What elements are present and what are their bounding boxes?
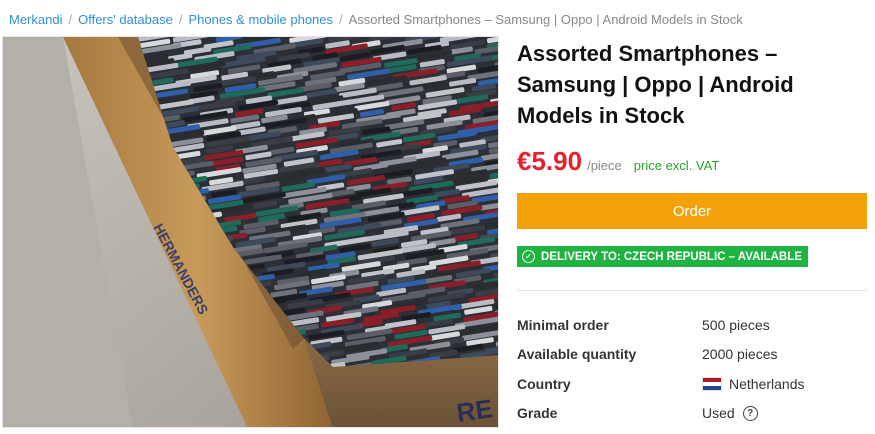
- specs-table: Minimal order 500 pieces Available quant…: [517, 310, 867, 428]
- spec-label: Minimal order: [517, 316, 609, 333]
- breadcrumb: Merkandi / Offers' database / Phones & mobil…: [9, 12, 743, 27]
- product-title: Assorted Smartphones – Samsung | Oppo | …: [517, 41, 794, 128]
- spec-row-minimal-order: Minimal order 500 pieces: [517, 310, 867, 340]
- product-photo-illustration: HERMANDERS RE: [3, 37, 499, 428]
- spec-value-country: Netherlands: [702, 376, 805, 392]
- breadcrumb-offers-database[interactable]: Offers' database: [78, 12, 173, 27]
- vat-note: price excl. VAT: [633, 158, 720, 173]
- product-image[interactable]: HERMANDERS RE: [2, 36, 499, 428]
- spec-label: Grade: [517, 405, 558, 422]
- crate-front-text: RE: [455, 393, 495, 428]
- phone-shape: [498, 90, 499, 99]
- delivery-text: DELIVERY TO: CZECH REPUBLIC – AVAILABLE: [541, 250, 802, 263]
- breadcrumb-separator: /: [178, 12, 183, 27]
- breadcrumb-current: Assorted Smartphones – Samsung | Oppo | …: [348, 12, 743, 27]
- spec-label: Available quantity: [517, 346, 637, 363]
- spec-label: Country: [517, 375, 571, 392]
- check-circle-icon: ✓: [522, 250, 535, 263]
- breadcrumb-separator: /: [339, 12, 343, 27]
- country-name: Netherlands: [729, 375, 805, 392]
- price: €5.90: [517, 146, 583, 176]
- netherlands-flag-icon: [702, 376, 722, 391]
- divider: [517, 290, 867, 291]
- spec-value-grade: Used ?: [702, 405, 758, 421]
- breadcrumb-separator: /: [68, 12, 73, 27]
- spec-row-country: Country Netherlands: [517, 369, 867, 399]
- spec-value: 2000 pieces: [702, 346, 778, 363]
- grade-value: Used: [702, 405, 735, 422]
- spec-row-grade: Grade Used ?: [517, 399, 867, 429]
- spec-row-available-quantity: Available quantity 2000 pieces: [517, 340, 867, 370]
- breadcrumb-phones[interactable]: Phones & mobile phones: [188, 12, 333, 27]
- price-unit: /piece: [587, 158, 622, 173]
- delivery-badge: ✓ DELIVERY TO: CZECH REPUBLIC – AVAILABL…: [517, 246, 808, 267]
- price-row: €5.90 /piece price excl. VAT: [517, 146, 719, 177]
- spec-value: 500 pieces: [702, 316, 770, 333]
- order-button[interactable]: Order: [517, 193, 867, 229]
- breadcrumb-merkandi[interactable]: Merkandi: [9, 12, 62, 27]
- question-circle-icon[interactable]: ?: [742, 405, 758, 421]
